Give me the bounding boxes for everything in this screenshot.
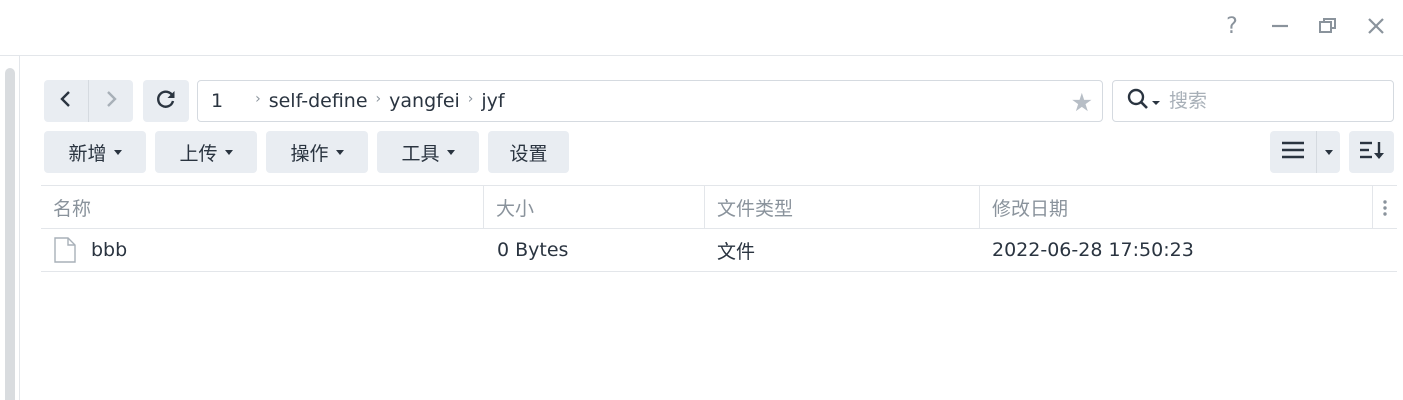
chevron-left-icon (58, 89, 74, 113)
path-breadcrumb[interactable]: 1 › self-define › yangfei › jyf ★ (197, 80, 1103, 122)
minimize-icon[interactable] (1266, 12, 1294, 40)
view-options-dropdown[interactable] (1317, 131, 1340, 173)
action-button-label: 操作 (290, 142, 329, 165)
column-header-type[interactable]: 文件类型 (705, 186, 980, 229)
file-icon (53, 237, 77, 263)
tools-button[interactable]: 工具 (377, 131, 479, 173)
settings-button[interactable]: 设置 (488, 131, 569, 173)
column-header-modified[interactable]: 修改日期 (980, 186, 1373, 229)
left-panel-scrollbar[interactable] (0, 56, 20, 400)
chevron-right-icon (103, 89, 119, 113)
breadcrumb-separator-icon: › (255, 91, 261, 107)
chevron-down-icon (446, 149, 455, 155)
star-icon[interactable]: ★ (1071, 88, 1093, 117)
file-name: bbb (91, 239, 128, 261)
chevron-down-icon (224, 149, 233, 155)
new-button-label: 新增 (68, 142, 107, 165)
table-row[interactable]: bbb 0 Bytes 文件 2022-06-28 17:50:23 (41, 229, 1397, 272)
scrollbar-thumb[interactable] (5, 68, 15, 400)
chevron-down-icon (113, 149, 122, 155)
breadcrumb-item[interactable]: 1 (211, 90, 223, 112)
title-bar: ? (0, 0, 1403, 56)
upload-button-label: 上传 (179, 142, 218, 165)
close-icon[interactable] (1362, 12, 1390, 40)
refresh-button[interactable] (143, 80, 189, 122)
search-box[interactable] (1112, 80, 1394, 122)
chevron-down-icon (335, 149, 344, 155)
navigation-button-group (44, 80, 133, 122)
chevron-down-icon (1324, 149, 1333, 155)
view-mode-group (1270, 131, 1340, 173)
table-header: 名称 大小 文件类型 修改日期 (41, 185, 1397, 229)
refresh-icon (155, 88, 177, 114)
list-view-button[interactable] (1270, 131, 1316, 173)
sort-icon (1359, 140, 1384, 164)
cell-size: 0 Bytes (497, 239, 569, 261)
sort-button[interactable] (1349, 131, 1394, 173)
question-mark-icon[interactable]: ? (1218, 12, 1246, 40)
breadcrumb-separator-icon: › (467, 91, 474, 107)
file-station-window: ? 1 › self-define › yangfei › jyf ★ 搜索 新… (0, 0, 1403, 400)
search-icon[interactable] (1127, 88, 1149, 114)
breadcrumb-item[interactable]: yangfei (389, 90, 460, 112)
upload-button[interactable]: 上传 (155, 131, 257, 173)
new-button[interactable]: 新增 (44, 131, 146, 173)
chevron-down-icon[interactable] (1151, 92, 1161, 111)
breadcrumb-item[interactable]: jyf (481, 90, 504, 112)
settings-button-label: 设置 (509, 142, 548, 165)
cell-modified: 2022-06-28 17:50:23 (992, 239, 1194, 261)
cell-type: 文件 (717, 240, 756, 263)
column-header-size[interactable]: 大小 (484, 186, 705, 229)
column-header-name[interactable]: 名称 (41, 186, 484, 229)
tools-button-label: 工具 (401, 142, 440, 165)
breadcrumb-separator-icon: › (375, 91, 382, 107)
search-input[interactable] (1169, 90, 1369, 112)
more-options-icon[interactable] (1373, 186, 1397, 229)
list-view-icon (1282, 141, 1304, 163)
breadcrumb-item[interactable]: self-define (269, 90, 368, 112)
forward-button[interactable] (89, 80, 133, 122)
cell-name: bbb (53, 229, 473, 271)
restore-icon[interactable] (1314, 12, 1342, 40)
file-table: 名称 大小 文件类型 修改日期 bbb 0 Bytes 文件 2022-06-2… (41, 185, 1397, 272)
back-button[interactable] (44, 80, 88, 122)
action-button[interactable]: 操作 (266, 131, 368, 173)
